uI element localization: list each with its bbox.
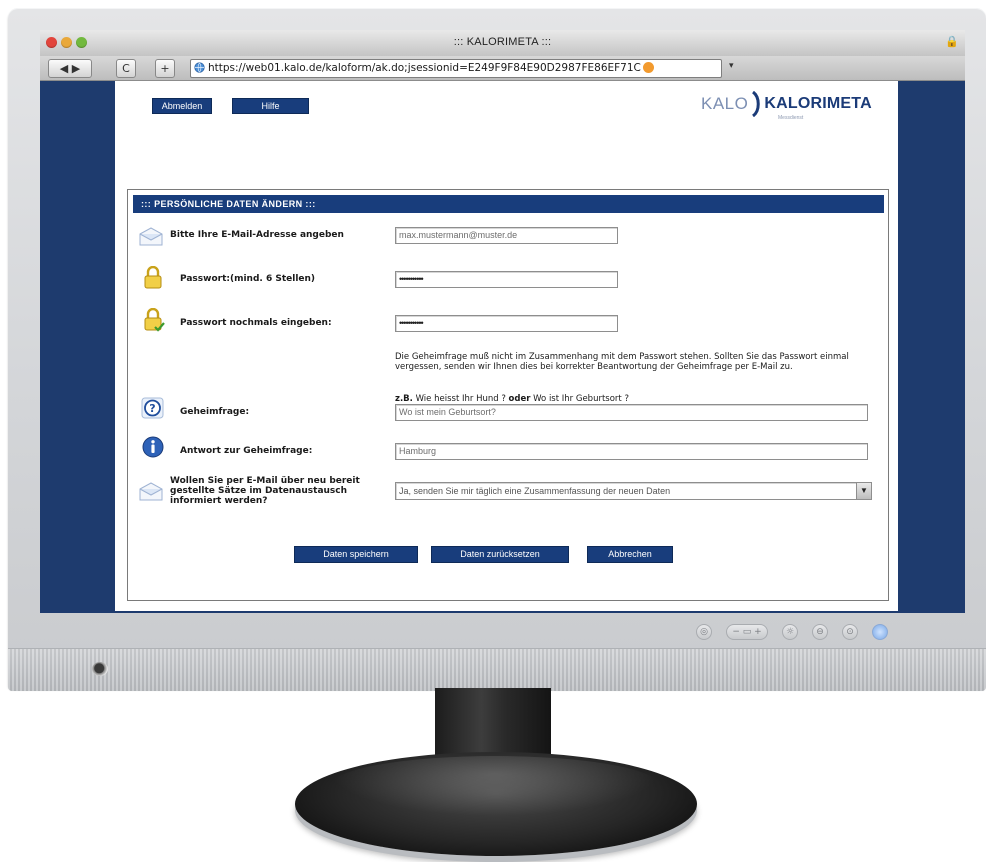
browser-window: ::: KALORIMETA ::: 🔒 ◀ ▶ C + https://web… — [40, 30, 965, 613]
window-title: ::: KALORIMETA ::: — [453, 36, 552, 48]
envelope-icon — [139, 482, 163, 501]
monitor-brightness-icon: ☼ — [782, 624, 798, 640]
reload-button[interactable]: C — [116, 59, 136, 78]
chevron-down-icon[interactable]: ▼ — [856, 483, 871, 499]
form-header: ::: PERSÖNLICHE DATEN ÄNDERN ::: — [133, 195, 884, 213]
question-icon: ? — [141, 397, 164, 419]
monitor-control-buttons: ◎ − ▭ + ☼ ⊖ ⊙ — [696, 624, 888, 640]
url-text: https://web01.kalo.de/kaloform/ak.do;jse… — [208, 62, 641, 74]
envelope-icon — [139, 227, 163, 246]
power-button — [92, 662, 108, 676]
personal-data-form: ::: PERSÖNLICHE DATEN ÄNDERN ::: Bitte I… — [127, 189, 889, 601]
address-dropdown-icon[interactable]: ▾ — [729, 60, 734, 71]
password-repeat-field[interactable]: ••••••••••• — [395, 315, 618, 332]
address-bar[interactable]: https://web01.kalo.de/kaloform/ak.do;jse… — [190, 59, 722, 78]
add-bookmark-button[interactable]: + — [155, 59, 175, 78]
monitor-input-icon: ⊖ — [812, 624, 828, 640]
padlock-icon — [144, 266, 162, 289]
logo-tagline: Messdienst — [778, 115, 804, 121]
svg-text:?: ? — [149, 402, 155, 415]
monitor-adjust-icon: − ▭ + — [726, 624, 768, 640]
back-forward-buttons[interactable]: ◀ ▶ — [48, 59, 92, 78]
notify-select[interactable]: Ja, senden Sie mir täglich eine Zusammen… — [395, 482, 872, 500]
stop-loading-icon[interactable] — [642, 62, 654, 73]
example-question-1: Wie heisst Ihr Hund ? — [415, 394, 506, 404]
email-label: Bitte Ihre E-Mail-Adresse angeben — [170, 230, 344, 240]
lock-icon: 🔒 — [945, 36, 959, 48]
padlock-check-icon — [144, 308, 165, 332]
monitor-power-icon — [872, 624, 888, 640]
cancel-button[interactable]: Abbrechen — [587, 546, 673, 563]
secret-answer-label: Antwort zur Geheimfrage: — [180, 446, 313, 456]
monitor-stand-highlight — [330, 756, 660, 816]
logo-name-text: KALORIMETA — [764, 95, 872, 112]
help-button[interactable]: Hilfe — [232, 98, 309, 114]
email-field[interactable]: max.mustermann@muster.de — [395, 227, 618, 244]
title-bar: ::: KALORIMETA ::: 🔒 — [40, 30, 965, 57]
web-page: Abmelden Hilfe KALO KALORIMETA Messdiens… — [115, 81, 898, 611]
notify-label: Wollen Sie per E-Mail über neu bereit ge… — [170, 476, 360, 506]
save-button[interactable]: Daten speichern — [294, 546, 418, 563]
monitor-auto-icon: ⊙ — [842, 624, 858, 640]
example-prefix: z.B. — [395, 394, 413, 404]
secret-question-field[interactable]: Wo ist mein Geburtsort? — [395, 404, 868, 421]
password-label: Passwort:(mind. 6 Stellen) — [180, 274, 316, 284]
logo-bracket-icon — [752, 91, 761, 117]
password-repeat-label: Passwort nochmals eingeben: — [180, 318, 332, 328]
globe-icon — [194, 62, 205, 73]
example-or: oder — [508, 394, 531, 404]
reset-button[interactable]: Daten zurücksetzen — [431, 546, 569, 563]
kalo-logo: KALO KALORIMETA — [701, 91, 872, 117]
secret-question-label: Geheimfrage: — [180, 407, 250, 417]
password-field[interactable]: ••••••••••• — [395, 271, 618, 288]
secret-answer-field[interactable]: Hamburg — [395, 443, 868, 460]
info-icon — [142, 436, 164, 458]
secret-question-example: z.B. Wie heisst Ihr Hund ? oder Wo ist I… — [395, 394, 629, 404]
browser-toolbar: ◀ ▶ C + https://web01.kalo.de/kaloform/a… — [40, 56, 965, 81]
logout-button[interactable]: Abmelden — [152, 98, 212, 114]
secret-question-hint: Die Geheimfrage muß nicht im Zusammenhan… — [395, 352, 849, 372]
example-question-2: Wo ist Ihr Geburtsort ? — [533, 394, 629, 404]
monitor-speaker-grille — [8, 648, 986, 691]
monitor-menu-icon: ◎ — [696, 624, 712, 640]
logo-kalo-text: KALO — [701, 94, 749, 113]
notify-selected-value: Ja, senden Sie mir täglich eine Zusammen… — [399, 486, 671, 496]
